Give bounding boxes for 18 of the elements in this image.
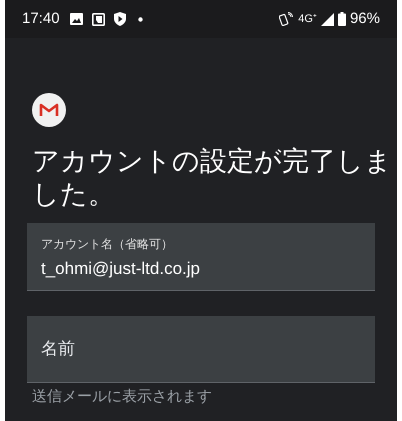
image-icon [70,13,83,25]
status-time: 17:40 [22,8,60,29]
account-name-field[interactable]: アカウント名（省略可） t_ohmi@just-ltd.co.jp [27,223,375,291]
field-value: t_ohmi@just-ltd.co.jp [41,258,201,280]
shield-icon [114,12,126,26]
card-icon [92,12,105,26]
battery-icon [338,12,346,26]
phone-icon [279,12,294,26]
network-label: 4G⁺ [298,12,317,27]
signal-icon [320,12,334,26]
name-field[interactable]: 名前 [27,316,375,383]
field-placeholder: 名前 [41,338,75,360]
mail-logo-icon [32,93,66,127]
dot-icon [138,16,143,22]
helper-text: 送信メールに表示されます [32,387,213,407]
battery-level: 96% [350,8,380,29]
page-title: アカウントの設定が完了しました。 [32,145,392,211]
field-label: アカウント名（省略可） [41,236,174,253]
